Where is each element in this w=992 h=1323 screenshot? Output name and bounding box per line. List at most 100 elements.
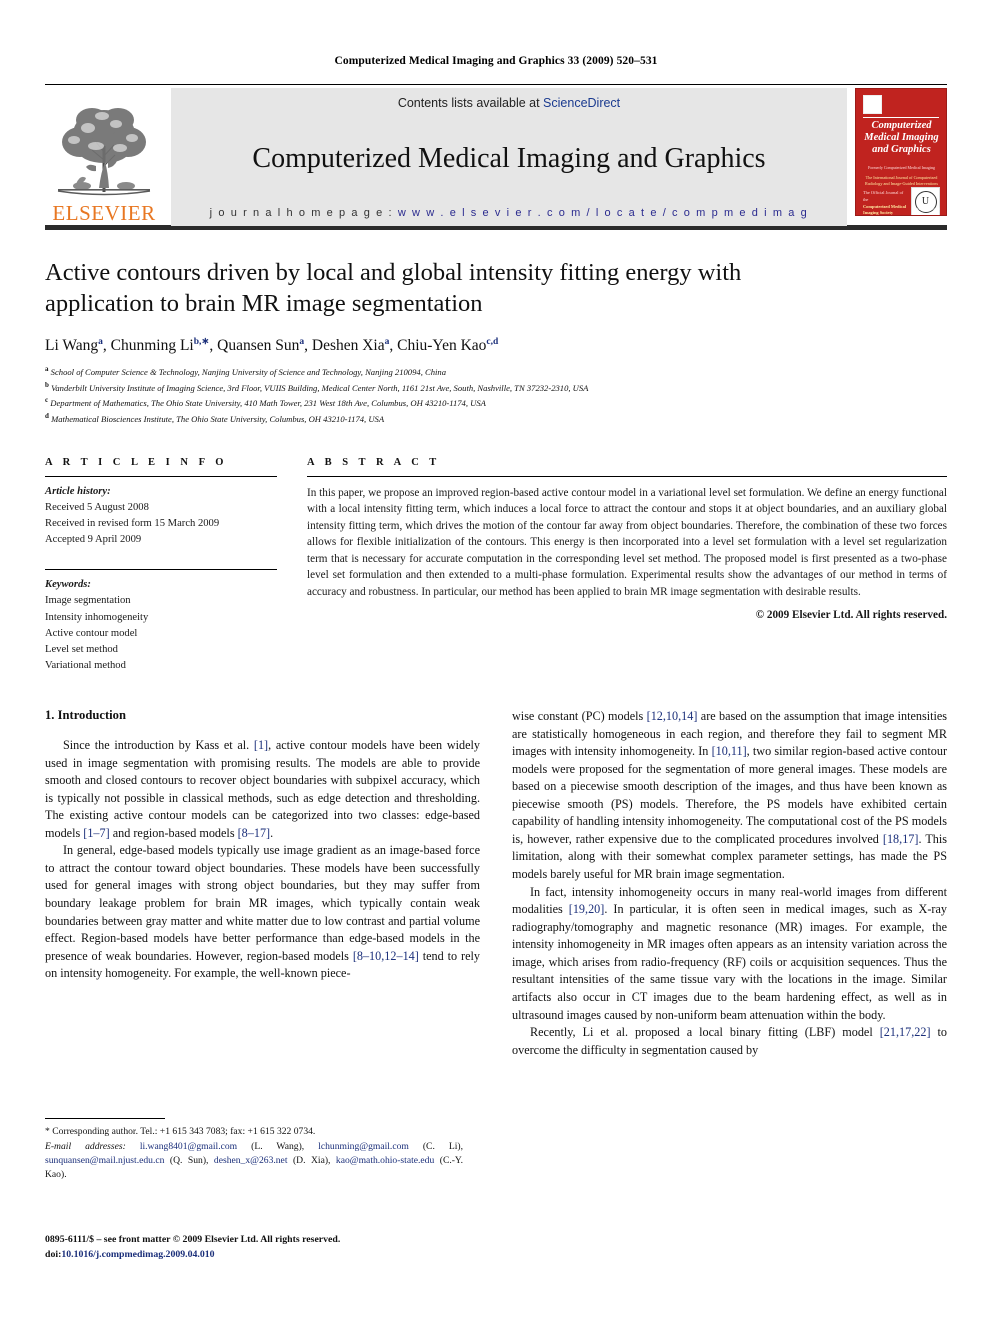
email-owner: (L. Wang) xyxy=(251,1140,302,1152)
affiliation-mark: a xyxy=(45,364,49,373)
contents-prefix: Contents lists available at xyxy=(397,96,544,110)
affiliation-mark: b xyxy=(45,380,49,389)
page-title: Active contours driven by local and glob… xyxy=(45,259,742,317)
abstract-heading: A B S T R A C T xyxy=(307,457,441,468)
elsevier-logo: ELSEVIER xyxy=(45,88,163,226)
cover-society: The Official Journal of the Computerized… xyxy=(863,190,907,216)
article-info-column: A R T I C L E I N F O Article history: R… xyxy=(45,457,277,674)
citation-ref[interactable]: [1–7] xyxy=(83,826,109,840)
cover-editors: The International Journal of Computerize… xyxy=(865,175,938,187)
email-label: E-mail addresses: xyxy=(45,1140,126,1152)
imprint-block: 0895-6111/$ – see front matter © 2009 El… xyxy=(45,1232,475,1262)
citation-ref[interactable]: [12,10,14] xyxy=(647,709,698,723)
paragraph: Since the introduction by Kass et al. [1… xyxy=(45,737,480,840)
article-info-heading: A R T I C L E I N F O xyxy=(45,457,228,468)
affiliation-mark: c xyxy=(45,396,49,405)
article-history-block: Article history: Received 5 August 2008 … xyxy=(45,477,277,548)
doi-value[interactable]: 10.1016/j.compmedimag.2009.04.010 xyxy=(61,1249,214,1260)
citation-ref[interactable]: [18,17] xyxy=(883,832,919,846)
cover-brand: ScienceDirect xyxy=(912,206,940,211)
keyword-item: Variational method xyxy=(45,659,126,671)
elsevier-tree-icon xyxy=(57,108,151,196)
body-column-right: wise constant (PC) models [12,10,14] are… xyxy=(512,708,947,1059)
running-head: Computerized Medical Imaging and Graphic… xyxy=(334,55,658,67)
info-abstract-section: A R T I C L E I N F O Article history: R… xyxy=(45,457,947,674)
citation-ref[interactable]: [21,17,22] xyxy=(880,1025,931,1039)
affiliation-text: School of Computer Science & Technology,… xyxy=(50,366,447,377)
email-owner: (Q. Sun) xyxy=(169,1154,207,1166)
email-address[interactable]: li.wang8401@gmail.com xyxy=(140,1141,237,1152)
email-addresses-note: E-mail addresses: li.wang8401@gmail.com … xyxy=(45,1140,464,1180)
email-address[interactable]: deshen_x@263.net xyxy=(214,1155,288,1166)
elsevier-wordmark: ELSEVIER xyxy=(52,201,156,225)
affiliation-item: a School of Computer Science & Technolog… xyxy=(45,364,947,380)
journal-homepage-line: j o u r n a l h o m e p a g e : w w w . … xyxy=(171,207,847,219)
article-body: 1. Introduction Since the introduction b… xyxy=(45,708,947,1059)
section-heading-introduction: 1. Introduction xyxy=(45,707,126,722)
abstract-column: A B S T R A C T In this paper, we propos… xyxy=(307,457,947,674)
journal-cover-thumbnail: Computerized Medical Imaging and Graphic… xyxy=(855,88,947,226)
history-item: Accepted 9 April 2009 xyxy=(45,534,142,546)
affiliation-item: c Department of Mathematics, The Ohio St… xyxy=(45,395,947,411)
author-sep: , xyxy=(304,336,312,354)
paper-page: Computerized Medical Imaging and Graphic… xyxy=(0,0,992,1323)
affiliation-mark: d xyxy=(45,412,49,421)
affiliation-item: b Vanderbilt University Institute of Ima… xyxy=(45,380,947,396)
citation-ref[interactable]: [19,20] xyxy=(569,902,605,916)
abstract-copyright: © 2009 Elsevier Ltd. All rights reserved… xyxy=(755,609,947,622)
doi-label: doi: xyxy=(45,1249,62,1261)
doi-line: doi:10.1016/j.compmedimag.2009.04.010 xyxy=(45,1247,475,1262)
affiliation-text: Department of Mathematics, The Ohio Stat… xyxy=(50,398,486,409)
author-name: Quansen Sun xyxy=(217,336,300,354)
citation-ref[interactable]: [8–10,12–14] xyxy=(353,949,419,963)
contents-available-line: Contents lists available at ScienceDirec… xyxy=(171,96,847,110)
email-owner: (D. Xia) xyxy=(292,1154,329,1166)
author-name: Chunming Li xyxy=(110,336,194,354)
affiliation-list: a School of Computer Science & Technolog… xyxy=(45,364,947,427)
email-address[interactable]: kao@math.ohio-state.edu xyxy=(336,1155,434,1166)
paragraph: Recently, Li et al. proposed a local bin… xyxy=(512,1025,948,1057)
affiliation-text: Mathematical Biosciences Institute, The … xyxy=(51,414,385,425)
affiliation-item: d Mathematical Biosciences Institute, Th… xyxy=(45,411,947,427)
affiliation-text: Vanderbilt University Institute of Imagi… xyxy=(51,382,589,393)
citation-ref[interactable]: [1] xyxy=(254,738,268,752)
email-owner: (C. Li) xyxy=(422,1140,461,1152)
paragraph: wise constant (PC) models [12,10,14] are… xyxy=(512,708,948,881)
author-list: Li Wanga, Chunming Lib,∗, Quansen Suna, … xyxy=(45,336,947,355)
author-affil-mark: c,d xyxy=(486,336,499,347)
footnote-rule xyxy=(45,1118,165,1119)
cover-image: Computerized Medical Imaging and Graphic… xyxy=(855,88,947,216)
journal-masthead: ELSEVIER Contents lists available at Sci… xyxy=(45,84,947,226)
footnote-block: * Corresponding author. Tel.: +1 615 343… xyxy=(45,1118,463,1182)
author-name: Li Wang xyxy=(45,336,99,354)
cover-society-seal: U xyxy=(911,187,940,215)
cover-subtitle: Formerly Computerized Medical Imaging xyxy=(868,165,935,170)
article-history-label: Article history: xyxy=(45,486,111,497)
title-block: Active contours driven by local and glob… xyxy=(45,258,947,427)
cover-title: Computerized Medical Imaging and Graphic… xyxy=(864,120,939,155)
body-column-left: 1. Introduction Since the introduction b… xyxy=(45,708,480,1059)
email-address[interactable]: sunquansen@mail.njust.edu.cn xyxy=(45,1155,164,1166)
history-item: Received in revised form 15 March 2009 xyxy=(45,518,220,530)
keywords-block: Keywords: Image segmentation Intensity i… xyxy=(45,562,277,674)
keywords-label: Keywords: xyxy=(45,579,91,591)
journal-title: Computerized Medical Imaging and Graphic… xyxy=(252,143,766,175)
keyword-item: Intensity inhomogeneity xyxy=(45,611,149,623)
journal-band: Contents lists available at ScienceDirec… xyxy=(171,88,847,226)
paragraph: In fact, intensity inhomogeneity occurs … xyxy=(512,884,947,1022)
homepage-label: j o u r n a l h o m e p a g e : xyxy=(209,206,394,219)
cover-divider xyxy=(863,117,939,118)
issn-line: 0895-6111/$ – see front matter © 2009 El… xyxy=(45,1234,341,1245)
author-sep: , xyxy=(389,336,398,354)
homepage-url[interactable]: w w w . e l s e v i e r . c o m / l o c … xyxy=(398,207,809,219)
corresponding-author-note: * Corresponding author. Tel.: +1 615 343… xyxy=(45,1126,316,1137)
citation-ref[interactable]: [8–17] xyxy=(238,826,271,840)
keyword-item: Active contour model xyxy=(45,627,138,639)
sciencedirect-link[interactable]: ScienceDirect xyxy=(543,96,620,110)
email-address[interactable]: lchunming@gmail.com xyxy=(318,1141,409,1152)
citation-ref[interactable]: [10,11] xyxy=(712,744,747,758)
author-name: Deshen Xia xyxy=(311,336,385,354)
keyword-item: Level set method xyxy=(45,643,118,655)
paragraph: In general, edge-based models typically … xyxy=(45,843,480,981)
history-item: Received 5 August 2008 xyxy=(45,502,149,514)
